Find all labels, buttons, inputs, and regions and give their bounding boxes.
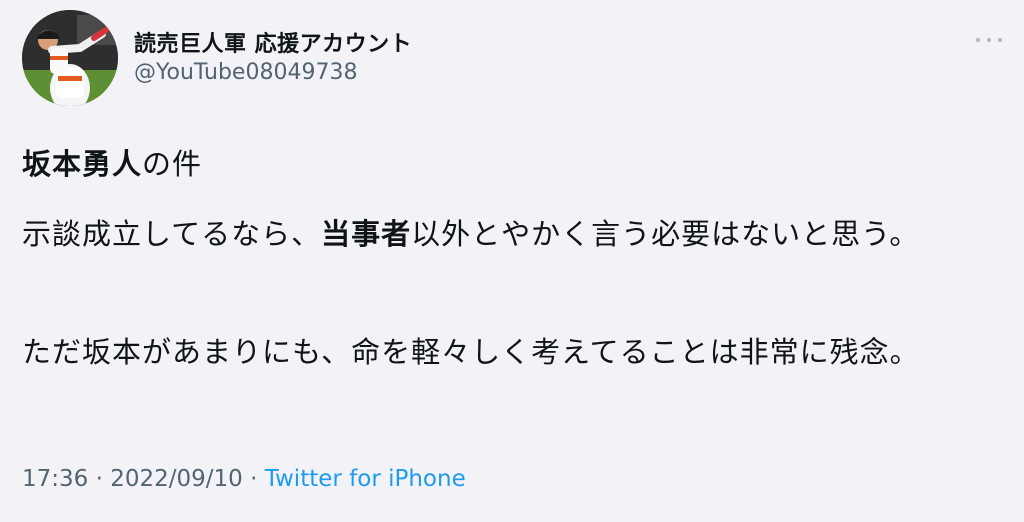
tweet-date[interactable]: 2022/09/10 bbox=[110, 466, 243, 492]
tweet-text: 以外とやかく言う必要はないと思う。 bbox=[411, 217, 920, 251]
author-handle[interactable]: @YouTube08049738 bbox=[134, 60, 357, 85]
meta-separator: · bbox=[242, 466, 265, 492]
tweet-bold-term: 当事者 bbox=[321, 217, 412, 251]
tweet-card: 読売巨人軍 応援アカウント @YouTube08049738 坂本勇人の件 示談… bbox=[0, 0, 1024, 522]
meta-separator: · bbox=[88, 466, 111, 492]
more-options-icon[interactable] bbox=[976, 30, 1002, 50]
tweet-source-link[interactable]: Twitter for iPhone bbox=[265, 466, 466, 492]
tweet-bold-subject: 坂本勇人 bbox=[22, 147, 143, 181]
author-avatar[interactable] bbox=[22, 10, 118, 106]
author-display-name[interactable]: 読売巨人軍 応援アカウント bbox=[134, 26, 412, 58]
tweet-meta: 17:36 · 2022/09/10 · Twitter for iPhone bbox=[22, 466, 466, 492]
tweet-text: 示談成立してるなら、 bbox=[22, 217, 322, 251]
more-dot bbox=[987, 38, 991, 42]
tweet-paragraph-1: 坂本勇人の件 bbox=[22, 140, 997, 188]
tweet-paragraph-3: ただ坂本があまりにも、命を軽々しく考えてることは非常に残念。 bbox=[22, 328, 997, 376]
tweet-time[interactable]: 17:36 bbox=[22, 466, 88, 492]
tweet-text: ただ坂本があまりにも、命を軽々しく考えてることは非常に残念。 bbox=[22, 335, 920, 369]
tweet-paragraph-2: 示談成立してるなら、当事者以外とやかく言う必要はないと思う。 bbox=[22, 210, 997, 258]
more-dot bbox=[998, 38, 1002, 42]
tweet-text: の件 bbox=[142, 147, 203, 181]
baseball-player-avatar-icon bbox=[22, 10, 118, 106]
more-dot bbox=[976, 38, 980, 42]
